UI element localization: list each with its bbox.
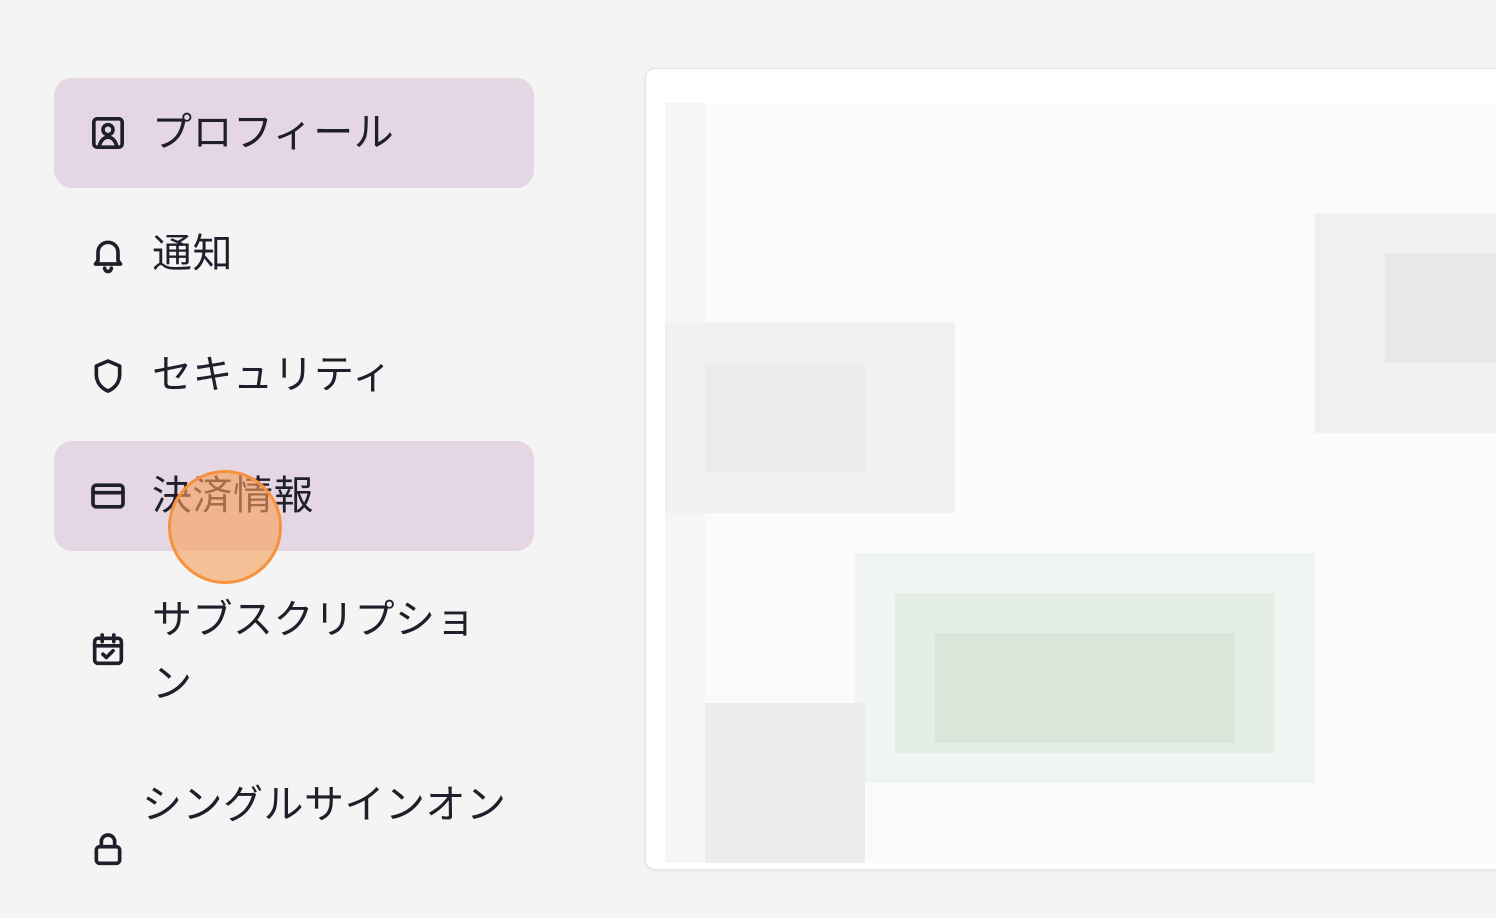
calendar-check-icon (88, 630, 128, 670)
sidebar-item-label: 通知 (152, 231, 233, 277)
sidebar-item-subscription[interactable]: サブスクリプション (54, 568, 534, 718)
blur-block (705, 703, 865, 863)
settings-content-panel (645, 68, 1496, 870)
sidebar-item-label: セキュリティ (152, 352, 393, 398)
lock-icon (88, 830, 128, 870)
credit-card-icon (88, 476, 128, 516)
bell-icon (88, 234, 128, 274)
sidebar-item-security[interactable]: セキュリティ (54, 320, 534, 430)
pixelated-content (665, 103, 1496, 863)
sidebar-item-sso[interactable]: シングルサインオン (54, 768, 534, 918)
sidebar-item-label: シングルサインオン (142, 782, 507, 828)
profile-icon (88, 113, 128, 153)
sidebar-item-notifications[interactable]: 通知 (54, 198, 534, 308)
sidebar-item-billing[interactable]: 決済情報 (54, 441, 534, 551)
shield-icon (88, 356, 128, 396)
sidebar-item-profile[interactable]: プロフィール (54, 78, 534, 188)
blur-block (1385, 253, 1496, 363)
blur-block (935, 633, 1235, 743)
sidebar-item-label: プロフィール (152, 110, 395, 156)
sidebar-item-label: 決済情報 (152, 473, 314, 519)
blur-block (705, 363, 865, 473)
sidebar-item-label: サブスクリプション (152, 597, 476, 707)
